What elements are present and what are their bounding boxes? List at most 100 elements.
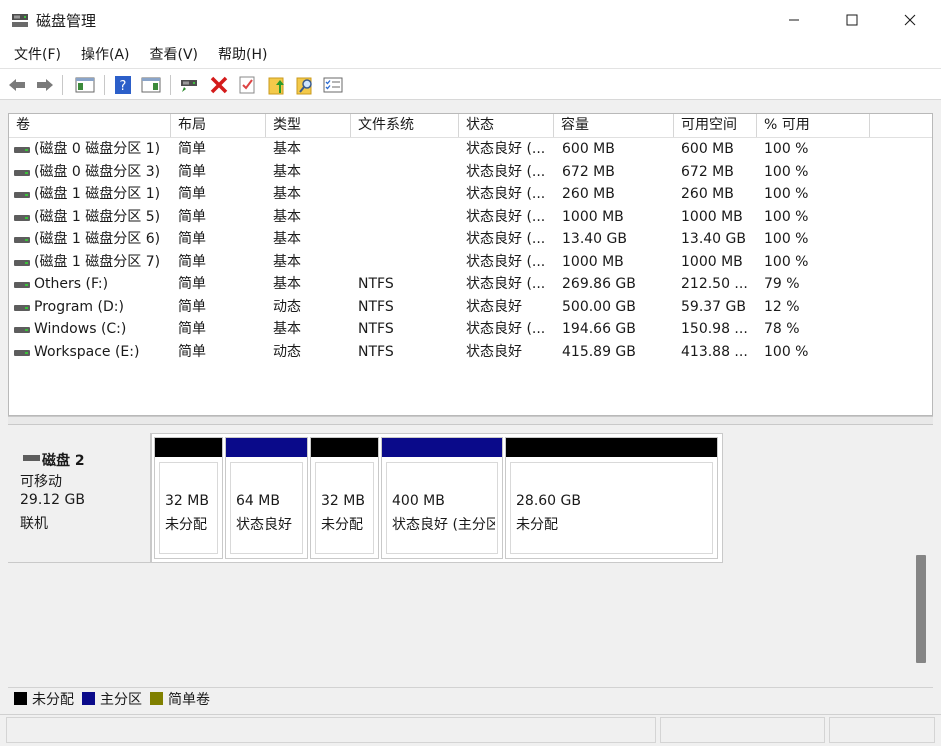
legend-swatch-simple bbox=[150, 692, 163, 705]
cell-layout: 简单 bbox=[178, 186, 206, 202]
partition-block[interactable]: 400 MB 状态良好 (主分区) bbox=[381, 437, 503, 559]
drive-icon bbox=[14, 169, 30, 176]
connect-drive-button[interactable] bbox=[178, 74, 200, 96]
cell-capacity: 269.86 GB bbox=[562, 276, 636, 292]
volume-list: 卷 布局 类型 文件系统 状态 容量 可用空间 % 可用 (磁盘 0 磁盘分区 … bbox=[8, 113, 933, 416]
minimize-button[interactable] bbox=[765, 0, 823, 40]
column-header-layout[interactable]: 布局 bbox=[171, 114, 266, 137]
partition-color-bar bbox=[311, 438, 378, 457]
column-header-status[interactable]: 状态 bbox=[459, 114, 554, 137]
partition-size: 32 MB bbox=[165, 493, 209, 509]
column-header-capacity[interactable]: 容量 bbox=[554, 114, 674, 137]
cell-percent-free: 100 % bbox=[764, 186, 809, 202]
cell-volume: Windows (C:) bbox=[34, 321, 127, 337]
volume-row[interactable]: Others (F:) 简单 基本 NTFS 状态良好 (... 269.86 GB 212… bbox=[9, 273, 932, 296]
partition-block[interactable]: 28.60 GB 未分配 bbox=[505, 437, 718, 559]
cell-status: 状态良好 (... bbox=[466, 163, 546, 180]
scrollbar-thumb[interactable] bbox=[916, 555, 926, 663]
disk-name: 磁盘 2 bbox=[42, 453, 85, 469]
cell-capacity: 600 MB bbox=[562, 141, 615, 157]
volume-row[interactable]: (磁盘 0 磁盘分区 3) 简单 基本 状态良好 (... 672 MB 672 MB 10… bbox=[9, 161, 932, 184]
menu-file[interactable]: 文件(F) bbox=[4, 44, 71, 64]
cell-filesystem: NTFS bbox=[358, 298, 394, 315]
cell-layout: 简单 bbox=[178, 276, 206, 292]
cell-percent-free: 100 % bbox=[764, 231, 809, 247]
cell-capacity: 194.66 GB bbox=[562, 321, 636, 337]
menu-help[interactable]: 帮助(H) bbox=[208, 44, 277, 64]
column-header-percent-free[interactable]: % 可用 bbox=[757, 114, 870, 137]
cell-type: 动态 bbox=[273, 343, 301, 360]
legend-label-primary: 主分区 bbox=[100, 691, 142, 708]
window-title: 磁盘管理 bbox=[36, 12, 97, 30]
cell-volume: Program (D:) bbox=[34, 298, 124, 315]
properties-button[interactable] bbox=[236, 74, 258, 96]
console-tree-button[interactable] bbox=[74, 74, 96, 96]
list-icon bbox=[323, 77, 343, 93]
column-header-free-space[interactable]: 可用空间 bbox=[674, 114, 757, 137]
close-button[interactable] bbox=[881, 0, 939, 40]
menu-action[interactable]: 操作(A) bbox=[71, 44, 140, 64]
disk-2-label[interactable]: 磁盘 2 可移动 29.12 GB 联机 bbox=[8, 433, 151, 563]
pane-splitter[interactable] bbox=[8, 416, 933, 425]
partition-color-bar bbox=[226, 438, 307, 457]
partition-block[interactable]: 32 MB 未分配 bbox=[310, 437, 379, 559]
column-header-type[interactable]: 类型 bbox=[266, 114, 351, 137]
back-button[interactable] bbox=[6, 74, 28, 96]
cell-type: 基本 bbox=[273, 253, 301, 270]
cell-filesystem bbox=[358, 206, 456, 228]
partition-status: 未分配 bbox=[516, 517, 558, 533]
search-button[interactable] bbox=[294, 74, 316, 96]
volume-row[interactable]: (磁盘 1 磁盘分区 7) 简单 基本 状态良好 (... 1000 MB 1000 MB… bbox=[9, 251, 932, 274]
cell-type: 基本 bbox=[273, 276, 301, 292]
cell-status: 状态良好 bbox=[466, 343, 522, 360]
disk-2-partitions: 32 MB 未分配 64 MB 状态良好 32 MB 未分配 400 MB 状态… bbox=[151, 433, 723, 563]
disk-view-scrollbar[interactable] bbox=[915, 425, 926, 687]
disk-size: 29.12 GB bbox=[20, 492, 85, 508]
volume-row[interactable]: (磁盘 0 磁盘分区 1) 简单 基本 状态良好 (... 600 MB 600 MB 10… bbox=[9, 138, 932, 161]
partition-color-bar bbox=[382, 438, 502, 457]
delete-icon bbox=[210, 76, 228, 94]
drive-icon bbox=[14, 259, 30, 266]
drive-icon bbox=[14, 282, 30, 288]
maximize-button[interactable] bbox=[823, 0, 881, 40]
action-pane-icon bbox=[141, 77, 161, 93]
partition-block[interactable]: 64 MB 状态良好 bbox=[225, 437, 308, 559]
volume-row[interactable]: Program (D:) 简单 动态 NTFS 状态良好 500.00 GB 59.37 G… bbox=[9, 296, 932, 319]
drive-icon bbox=[14, 327, 30, 333]
cell-percent-free: 100 % bbox=[764, 208, 809, 225]
disk-graphical-view: 磁盘 2 可移动 29.12 GB 联机 32 MB 未分配 64 MB 状态良… bbox=[8, 425, 933, 687]
volume-row[interactable]: Windows (C:) 简单 基本 NTFS 状态良好 (... 194.66 GB 15… bbox=[9, 318, 932, 341]
cell-free-space: 13.40 GB bbox=[681, 231, 746, 247]
toolbar: ? bbox=[0, 68, 941, 100]
cell-volume: (磁盘 1 磁盘分区 6) bbox=[34, 231, 161, 247]
list-view-button[interactable] bbox=[322, 74, 344, 96]
volume-row[interactable]: (磁盘 1 磁盘分区 1) 简单 基本 状态良好 (... 260 MB 260 MB 10… bbox=[9, 183, 932, 206]
help-button[interactable]: ? bbox=[112, 74, 134, 96]
disk-management-app-icon bbox=[12, 14, 28, 27]
cell-volume: (磁盘 1 磁盘分区 7) bbox=[34, 253, 161, 270]
cell-layout: 简单 bbox=[178, 163, 206, 180]
partition-block[interactable]: 32 MB 未分配 bbox=[154, 437, 223, 559]
cell-percent-free: 100 % bbox=[764, 343, 809, 360]
menu-view[interactable]: 查看(V) bbox=[140, 44, 209, 64]
export-list-button[interactable] bbox=[266, 74, 288, 96]
forward-button[interactable] bbox=[34, 74, 56, 96]
partition-status: 未分配 bbox=[165, 517, 207, 533]
volume-row[interactable]: (磁盘 1 磁盘分区 5) 简单 基本 状态良好 (... 1000 MB 1000 MB… bbox=[9, 206, 932, 229]
cell-capacity: 415.89 GB bbox=[562, 343, 636, 360]
delete-button[interactable] bbox=[208, 74, 230, 96]
volume-list-header: 卷 布局 类型 文件系统 状态 容量 可用空间 % 可用 bbox=[9, 114, 932, 138]
action-pane-button[interactable] bbox=[140, 74, 162, 96]
volume-row[interactable]: (磁盘 1 磁盘分区 6) 简单 基本 状态良好 (... 13.40 GB 13.40 … bbox=[9, 228, 932, 251]
volume-row[interactable]: Workspace (E:) 简单 动态 NTFS 状态良好 415.89 GB 413.8… bbox=[9, 341, 932, 364]
cell-filesystem bbox=[358, 161, 456, 183]
column-header-filesystem[interactable]: 文件系统 bbox=[351, 114, 459, 137]
drive-icon bbox=[14, 349, 30, 356]
cell-filesystem: NTFS bbox=[358, 276, 394, 292]
cell-volume: Others (F:) bbox=[34, 276, 109, 292]
cell-filesystem bbox=[358, 183, 456, 205]
column-header-volume[interactable]: 卷 bbox=[9, 114, 171, 137]
cell-type: 基本 bbox=[273, 231, 301, 247]
search-icon bbox=[296, 77, 312, 95]
partition-size: 64 MB bbox=[236, 493, 280, 509]
